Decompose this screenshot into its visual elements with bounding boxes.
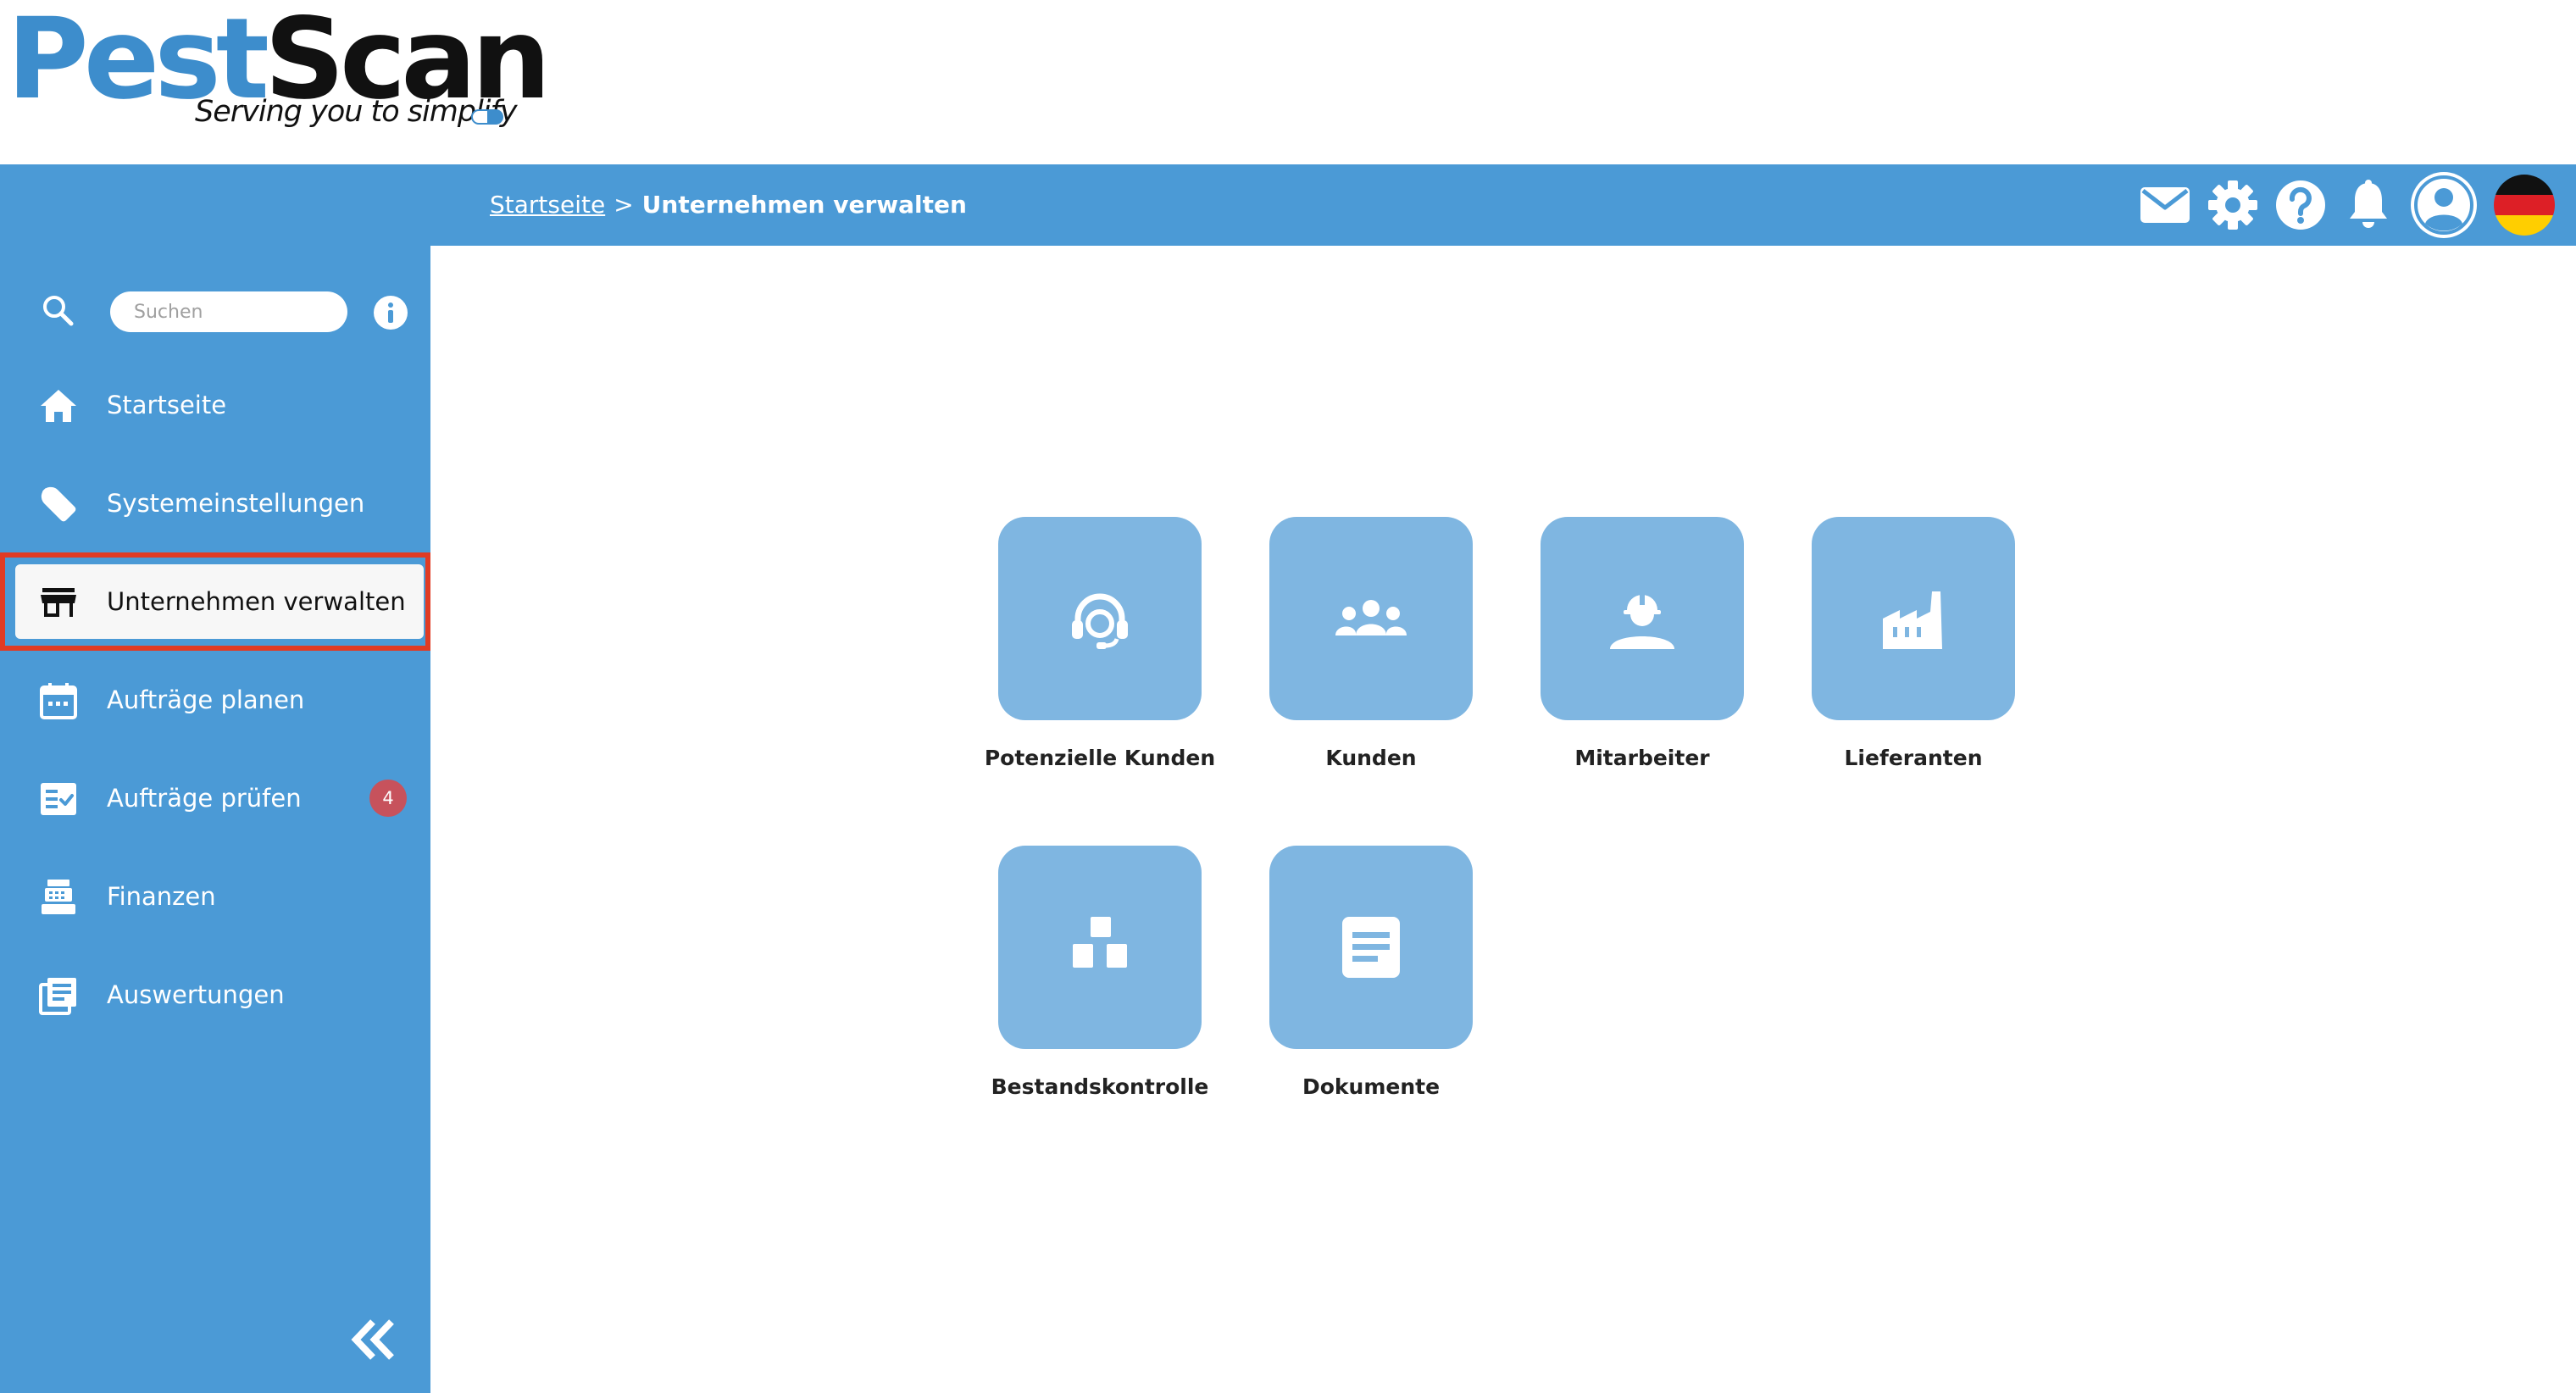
- sidebar: Startseite Systemeinstellungen Unternehm…: [0, 246, 430, 1393]
- top-icon-bar: [2139, 172, 2556, 238]
- user-avatar-icon: [2411, 172, 2477, 238]
- language-button[interactable]: [2493, 174, 2556, 236]
- germany-flag-icon: [2494, 175, 2555, 236]
- help-button[interactable]: [2274, 179, 2327, 231]
- user-account-button[interactable]: [2410, 171, 2478, 239]
- checklist-icon: [41, 783, 76, 815]
- sidebar-item-auftraege-planen[interactable]: Aufträge planen: [0, 651, 430, 749]
- logo-tagline: Serving you to simplify: [195, 95, 518, 129]
- search-input[interactable]: [110, 291, 347, 332]
- tile-bestandskontrolle[interactable]: [998, 846, 1202, 1049]
- sidebar-item-finanzen[interactable]: Finanzen: [0, 847, 430, 946]
- sidebar-item-label: Startseite: [107, 391, 227, 419]
- sidebar-item-label: Aufträge prüfen: [107, 784, 302, 813]
- notification-count-badge: 4: [369, 780, 407, 817]
- mail-icon: [2140, 187, 2190, 223]
- worker-icon: [1610, 595, 1674, 649]
- factory-icon: [1883, 591, 1942, 649]
- group-icon: [1335, 600, 1407, 635]
- store-icon: [41, 588, 76, 617]
- sidebar-search: [0, 280, 430, 339]
- sidebar-item-label: Finanzen: [107, 882, 216, 911]
- headset-icon: [1072, 593, 1128, 649]
- pill-icon: [471, 109, 503, 125]
- sidebar-item-label: Systemeinstellungen: [107, 489, 365, 518]
- home-icon: [41, 390, 76, 422]
- tile-label: Mitarbeiter: [1574, 746, 1710, 770]
- tile-label: Dokumente: [1302, 1074, 1441, 1099]
- search-icon: [43, 296, 74, 326]
- sidebar-item-auftraege-pruefen[interactable]: Aufträge prüfen 4: [0, 749, 430, 847]
- bell-icon: [2350, 180, 2387, 228]
- tile-label: Potenzielle Kunden: [984, 746, 1216, 770]
- breadcrumb-current: Unternehmen verwalten: [641, 191, 967, 219]
- sidebar-item-unternehmen-verwalten[interactable]: Unternehmen verwalten: [0, 552, 430, 651]
- mail-button[interactable]: [2139, 179, 2191, 231]
- pestscan-logo[interactable]: PestScan Serving you to simplify: [7, 3, 551, 156]
- notifications-button[interactable]: [2342, 179, 2395, 231]
- tile-kunden[interactable]: [1269, 517, 1473, 720]
- help-icon: [2276, 180, 2325, 230]
- tile-label: Lieferanten: [1844, 746, 1983, 770]
- double-chevron-left-icon[interactable]: [349, 1315, 398, 1364]
- top-bar: Startseite > Unternehmen verwalten: [0, 164, 2576, 246]
- header: PestScan Serving you to simplify: [0, 0, 2576, 164]
- tile-label: Bestandskontrolle: [991, 1074, 1209, 1099]
- breadcrumb: Startseite > Unternehmen verwalten: [490, 164, 967, 246]
- tile-lieferanten[interactable]: [1812, 517, 2015, 720]
- sidebar-item-startseite[interactable]: Startseite: [0, 356, 430, 454]
- settings-button[interactable]: [2207, 179, 2259, 231]
- tile-dokumente[interactable]: [1269, 846, 1473, 1049]
- calendar-icon: [40, 683, 77, 719]
- boxes-icon: [1073, 917, 1127, 968]
- sidebar-item-label: Aufträge planen: [107, 685, 305, 714]
- report-icon: [39, 978, 76, 1015]
- tile-mitarbeiter[interactable]: [1541, 517, 1744, 720]
- sidebar-item-auswertungen[interactable]: Auswertungen: [0, 946, 430, 1044]
- info-icon[interactable]: [373, 295, 408, 330]
- sidebar-item-label: Auswertungen: [107, 980, 285, 1009]
- sidebar-nav: Startseite Systemeinstellungen Unternehm…: [0, 356, 430, 1044]
- wrench-icon: [41, 486, 76, 522]
- breadcrumb-home-link[interactable]: Startseite: [490, 191, 605, 219]
- tile-label: Kunden: [1325, 746, 1417, 770]
- sidebar-item-label: Unternehmen verwalten: [107, 587, 406, 616]
- document-icon: [1342, 917, 1400, 978]
- breadcrumb-separator: >: [613, 191, 634, 219]
- cash-register-icon: [42, 880, 75, 914]
- tile-potenzielle-kunden[interactable]: [998, 517, 1202, 720]
- sidebar-item-systemeinstellungen[interactable]: Systemeinstellungen: [0, 454, 430, 552]
- gear-icon: [2208, 180, 2257, 230]
